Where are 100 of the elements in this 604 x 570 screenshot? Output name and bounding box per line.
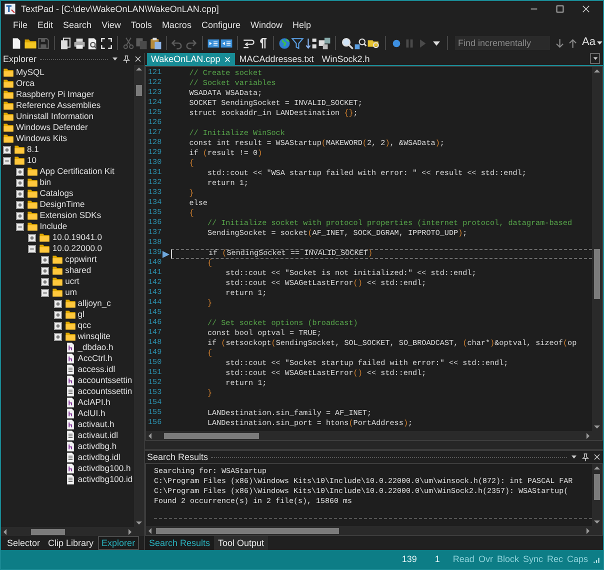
scrollbar-thumb[interactable] [136, 85, 142, 96]
scroll-up-icon[interactable] [593, 67, 601, 75]
preview-button[interactable] [86, 35, 100, 51]
scrollbar-thumb[interactable] [594, 249, 600, 299]
tree-item[interactable]: activaut.h [78, 419, 114, 430]
match-case-toggle[interactable]: Aa [582, 36, 596, 50]
expand-toggle[interactable] [16, 168, 24, 176]
caret-icon[interactable] [597, 40, 603, 46]
find-field[interactable]: Find incrementally [454, 36, 550, 50]
tree-item[interactable]: shared [65, 265, 92, 276]
horizontal-scrollbar[interactable] [146, 431, 602, 440]
vertical-scrollbar[interactable] [134, 65, 144, 527]
tree-item[interactable]: AclAPI.h [78, 397, 110, 408]
close-icon[interactable] [581, 4, 591, 14]
tree-item[interactable]: winsqlite [78, 331, 110, 342]
menu-item[interactable]: Edit [32, 20, 58, 30]
expand-toggle[interactable] [16, 190, 24, 198]
tree-item[interactable]: 10.0.22000.0 [52, 243, 102, 254]
tree-item[interactable]: Uninstall Information [16, 111, 94, 122]
tree-item[interactable]: activdbg100.h [78, 463, 131, 474]
tree-item[interactable]: Catalogs [40, 188, 74, 199]
expand-toggle[interactable] [16, 222, 24, 230]
expand-toggle[interactable] [54, 310, 62, 318]
tree-item[interactable]: 10 [27, 155, 36, 166]
tree-item[interactable]: _dbdao.h [78, 342, 114, 353]
menu-item[interactable]: Search [58, 20, 97, 30]
horizontal-scrollbar[interactable] [146, 526, 602, 535]
filter-button[interactable] [291, 35, 305, 51]
scrollbar-thumb[interactable] [164, 432, 259, 438]
tree-item[interactable]: Raspberry Pi Imager [16, 89, 94, 100]
expand-toggle[interactable] [16, 178, 24, 186]
menu-item[interactable]: View [96, 20, 126, 30]
expand-toggle[interactable] [41, 256, 50, 264]
maximize-icon[interactable] [555, 4, 565, 14]
tree-item[interactable]: Windows Kits [16, 133, 68, 144]
tree-item[interactable]: activaut.idl [78, 430, 118, 441]
tree-item[interactable]: um [65, 287, 77, 298]
panel-tab[interactable]: Explorer [98, 536, 140, 550]
scroll-right-icon[interactable] [584, 526, 592, 534]
menu-item[interactable]: Tools [126, 20, 157, 30]
tree-item[interactable]: DesignTime [40, 199, 85, 210]
expand-toggle[interactable] [3, 146, 11, 154]
tree-item[interactable]: accountssettin [78, 375, 132, 386]
tree-item[interactable]: Extension SDKs [40, 210, 102, 221]
pin-icon[interactable] [581, 452, 590, 462]
file-tab[interactable]: WakeOnLAN.cpp [147, 53, 236, 65]
tree-item[interactable]: bin [40, 177, 52, 188]
file-tab[interactable]: MACAddresses.txt [235, 53, 318, 65]
tree-item[interactable]: App Certification Kit [40, 166, 114, 177]
panel-tab[interactable]: Search Results [145, 536, 214, 550]
tree-item[interactable]: AccCtrl.h [78, 353, 112, 364]
expand-toggle[interactable] [41, 278, 50, 286]
scrollbar-thumb[interactable] [31, 528, 65, 534]
tab-list-button[interactable] [590, 53, 600, 64]
find-button[interactable] [340, 35, 354, 51]
tree-item[interactable]: AclUI.h [78, 408, 106, 419]
menu-item[interactable]: File [8, 20, 33, 30]
expand-toggle[interactable] [54, 300, 62, 308]
vertical-scrollbar[interactable] [592, 464, 602, 526]
expand-toggle[interactable] [54, 332, 62, 340]
scrollbar-thumb[interactable] [156, 528, 339, 534]
tree-item[interactable]: Include [40, 221, 68, 232]
file-tab[interactable]: WinSock2.h [318, 53, 374, 65]
pin-icon[interactable] [122, 54, 131, 64]
close-icon[interactable] [134, 55, 142, 63]
scrollbar-thumb[interactable] [594, 474, 600, 500]
arrow-up-icon[interactable] [567, 36, 580, 50]
documents-button[interactable] [59, 35, 73, 51]
tree-item[interactable]: MySQL [16, 67, 44, 78]
expand-toggle[interactable] [16, 212, 24, 220]
tree-item[interactable]: gl [78, 309, 84, 320]
scroll-left-icon[interactable] [1, 528, 9, 536]
tree-item[interactable]: activdbg.idl [78, 452, 120, 463]
tree-item[interactable]: access.idl [78, 364, 116, 375]
panel-tab[interactable]: Selector [3, 536, 44, 550]
expand-toggle[interactable] [28, 234, 36, 242]
scroll-up-icon[interactable] [135, 65, 143, 73]
paste-button[interactable] [148, 35, 162, 51]
expand-toggle[interactable] [16, 200, 24, 208]
menu-item[interactable]: Configure [196, 20, 246, 30]
expand-toggle[interactable] [54, 322, 62, 330]
expand-toggle[interactable] [41, 266, 50, 274]
scroll-up-icon[interactable] [593, 464, 601, 472]
tree-item[interactable]: accountssettin [78, 386, 132, 397]
tree-item[interactable]: Windows Defender [16, 122, 88, 133]
tree-item[interactable]: 8.1 [27, 144, 39, 155]
browser-button[interactable] [278, 35, 292, 51]
tree-item[interactable]: qcc [78, 320, 92, 331]
tree-item[interactable]: cppwinrt [65, 254, 97, 265]
menu-item[interactable]: Window [245, 20, 288, 30]
menu-item[interactable]: Help [288, 20, 316, 30]
close-icon[interactable] [593, 453, 601, 461]
tree-item[interactable]: activdbg.h [78, 441, 117, 452]
expand-toggle[interactable] [3, 156, 11, 164]
tile-button[interactable] [318, 35, 332, 51]
tree-item[interactable]: Orca [16, 78, 34, 89]
horizontal-scrollbar[interactable] [1, 527, 144, 536]
expand-toggle[interactable] [41, 288, 50, 296]
menu-item[interactable]: Macros [156, 20, 196, 30]
panel-tab[interactable]: Tool Output [214, 536, 268, 550]
